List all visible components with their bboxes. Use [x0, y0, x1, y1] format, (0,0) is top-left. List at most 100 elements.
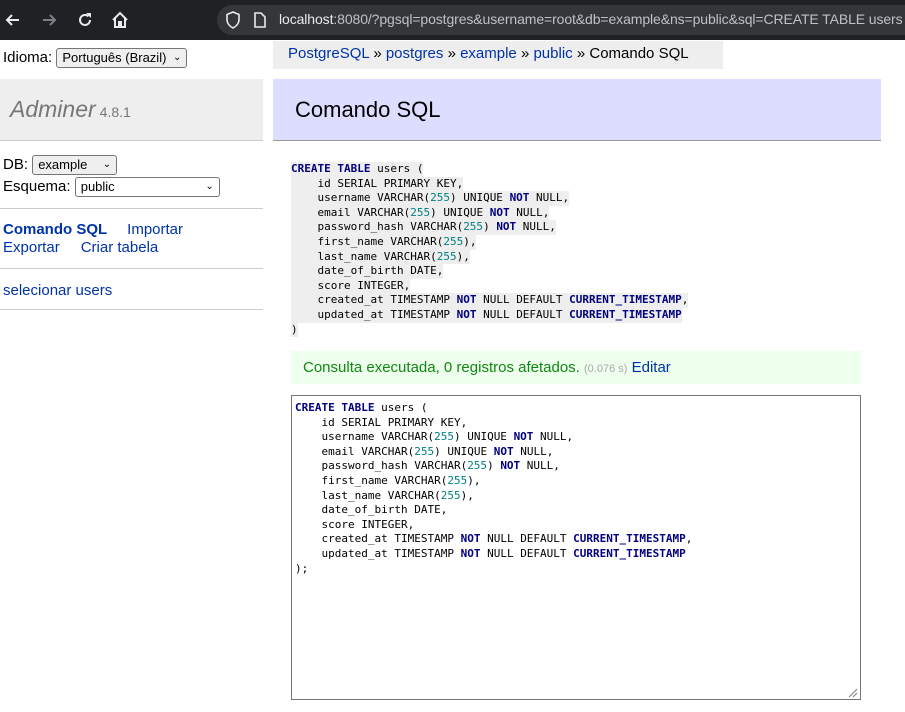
sql-keyword: NOT	[456, 293, 477, 307]
sql-editor[interactable]: CREATE TABLE users ( id SERIAL PRIMARY K…	[291, 395, 861, 700]
sidebar-divider	[0, 309, 263, 310]
sql-text: first_name VARCHAR(	[291, 234, 444, 248]
sql-text: ),	[467, 473, 481, 487]
sql-keyword: CURRENT_TIMESTAMP	[569, 307, 682, 321]
language-select[interactable]: Português (Brazil) ⌄	[56, 48, 188, 68]
browser-toolbar: localhost:8080/?pgsql=postgres&username=…	[0, 0, 905, 40]
sql-keyword: NOT	[496, 220, 517, 234]
sidebar-divider	[0, 208, 263, 209]
sql-text: );	[295, 561, 309, 575]
sql-text: NULL,	[516, 220, 556, 234]
sql-text: NULL,	[513, 444, 554, 458]
breadcrumb-separator: »	[373, 45, 382, 62]
page-info-icon[interactable]	[254, 12, 266, 33]
sql-text: username VARCHAR(	[295, 430, 435, 444]
sql-text: ,	[685, 532, 693, 546]
sql-number: 255	[467, 459, 488, 473]
code-line: email VARCHAR(255) UNIQUE NOT NULL,	[295, 445, 553, 458]
breadcrumb-schema[interactable]: public	[533, 45, 572, 62]
query-time: (0.076 s)	[584, 363, 628, 375]
page-header: Comando SQL	[273, 79, 881, 141]
code-line: id SERIAL PRIMARY KEY,	[295, 416, 467, 429]
app-logo[interactable]: Adminer 4.8.1	[10, 96, 131, 123]
resize-handle-icon[interactable]	[846, 685, 858, 698]
sql-keyword: NOT	[513, 430, 534, 444]
sql-text: first_name VARCHAR(	[295, 473, 448, 487]
sql-text: id SERIAL PRIMARY KEY,	[291, 176, 464, 190]
forward-icon[interactable]	[37, 8, 61, 32]
sql-text: NULL DEFAULT	[480, 532, 574, 546]
sql-keyword: CREATE TABLE	[291, 162, 371, 175]
sql-text: )	[291, 322, 298, 336]
export-link[interactable]: Exportar	[3, 239, 60, 256]
breadcrumb-separator: »	[520, 45, 530, 62]
code-line: )	[291, 322, 298, 338]
back-icon[interactable]	[1, 8, 25, 32]
sql-text: email VARCHAR(	[291, 205, 411, 219]
sql-text: email VARCHAR(	[295, 444, 415, 458]
home-icon[interactable]	[108, 8, 132, 32]
code-line: updated_at TIMESTAMP NOT NULL DEFAULT CU…	[295, 546, 685, 560]
sql-keyword: NOT	[509, 191, 530, 205]
code-line: date_of_birth DATE,	[291, 264, 444, 279]
shield-icon[interactable]	[225, 11, 241, 34]
code-line: score INTEGER,	[291, 278, 411, 294]
sql-editor-content[interactable]: CREATE TABLE users ( id SERIAL PRIMARY K…	[295, 401, 692, 576]
code-line: email VARCHAR(255) UNIQUE NOT NULL,	[291, 205, 550, 221]
code-line: username VARCHAR(255) UNIQUE NOT NULL,	[291, 191, 570, 206]
code-line: password_hash VARCHAR(255) NOT NULL,	[295, 459, 560, 473]
sql-text: date_of_birth DATE,	[291, 264, 444, 278]
edit-query-link[interactable]: Editar	[632, 359, 671, 376]
schema-selector: Esquema: public ⌄	[3, 177, 220, 197]
code-line: score INTEGER,	[295, 518, 414, 531]
db-select[interactable]: example ⌄	[32, 155, 118, 175]
code-line: first_name VARCHAR(255),	[295, 474, 480, 487]
reload-icon[interactable]	[73, 8, 97, 32]
sql-text: id SERIAL PRIMARY KEY,	[295, 415, 468, 429]
import-link[interactable]: Importar	[127, 221, 183, 238]
sidebar-actions: Comando SQL Importar Exportar Criar tabela	[3, 221, 183, 257]
sql-number: 255	[443, 234, 464, 248]
sql-number: 255	[434, 430, 454, 444]
url-text[interactable]: localhost:8080/?pgsql=postgres&username=…	[279, 11, 903, 27]
code-line: created_at TIMESTAMP NOT NULL DEFAULT CU…	[291, 293, 689, 308]
sql-text: ,	[681, 293, 689, 307]
code-line: date_of_birth DATE,	[295, 503, 447, 516]
schema-select[interactable]: public ⌄	[74, 177, 220, 197]
language-label: Idioma:	[3, 48, 53, 66]
breadcrumb-database[interactable]: example	[460, 45, 517, 62]
sql-keyword: NOT	[500, 459, 521, 473]
sql-text: ) UNIQUE	[449, 191, 510, 205]
sql-command-link[interactable]: Comando SQL	[3, 221, 107, 238]
breadcrumb-separator: »	[447, 45, 456, 62]
chevron-down-icon: ⌄	[173, 52, 182, 63]
language-selector: Idioma: Português (Brazil) ⌄	[3, 48, 188, 68]
result-text: Consulta executada, 0 registros afetados…	[303, 359, 580, 376]
table-link-users[interactable]: selecionar users	[3, 282, 112, 299]
code-line: updated_at TIMESTAMP NOT NULL DEFAULT CU…	[291, 307, 682, 323]
sql-text: ),	[463, 234, 477, 248]
sql-number: 255	[447, 473, 468, 487]
code-line: last_name VARCHAR(255),	[295, 488, 474, 502]
create-table-link[interactable]: Criar tabela	[81, 239, 159, 256]
sql-keyword: NOT	[456, 307, 477, 321]
sql-keyword: CREATE TABLE	[295, 401, 375, 414]
code-line: CREATE TABLE users (	[295, 401, 427, 414]
sql-text: last_name VARCHAR(	[291, 249, 437, 263]
sql-text: NULL,	[520, 459, 560, 473]
executed-query-code: CREATE TABLE users ( id SERIAL PRIMARY K…	[291, 162, 689, 338]
sql-text: )	[483, 220, 497, 234]
sql-number: 255	[410, 205, 431, 219]
breadcrumb-driver[interactable]: PostgreSQL	[288, 45, 369, 62]
breadcrumb-server[interactable]: postgres	[386, 45, 444, 62]
sql-text: ),	[460, 488, 474, 502]
sql-text: ) UNIQUE	[430, 205, 490, 219]
app-version: 4.8.1	[99, 104, 131, 120]
sql-text: NULL DEFAULT	[476, 307, 570, 321]
code-line: created_at TIMESTAMP NOT NULL DEFAULT CU…	[295, 532, 692, 545]
sql-text: updated_at TIMESTAMP	[295, 546, 461, 560]
sql-keyword: NOT	[489, 205, 510, 219]
sql-text: date_of_birth DATE,	[295, 503, 448, 517]
code-line: CREATE TABLE users (	[291, 162, 424, 177]
sql-keyword: CURRENT_TIMESTAMP	[569, 293, 682, 307]
